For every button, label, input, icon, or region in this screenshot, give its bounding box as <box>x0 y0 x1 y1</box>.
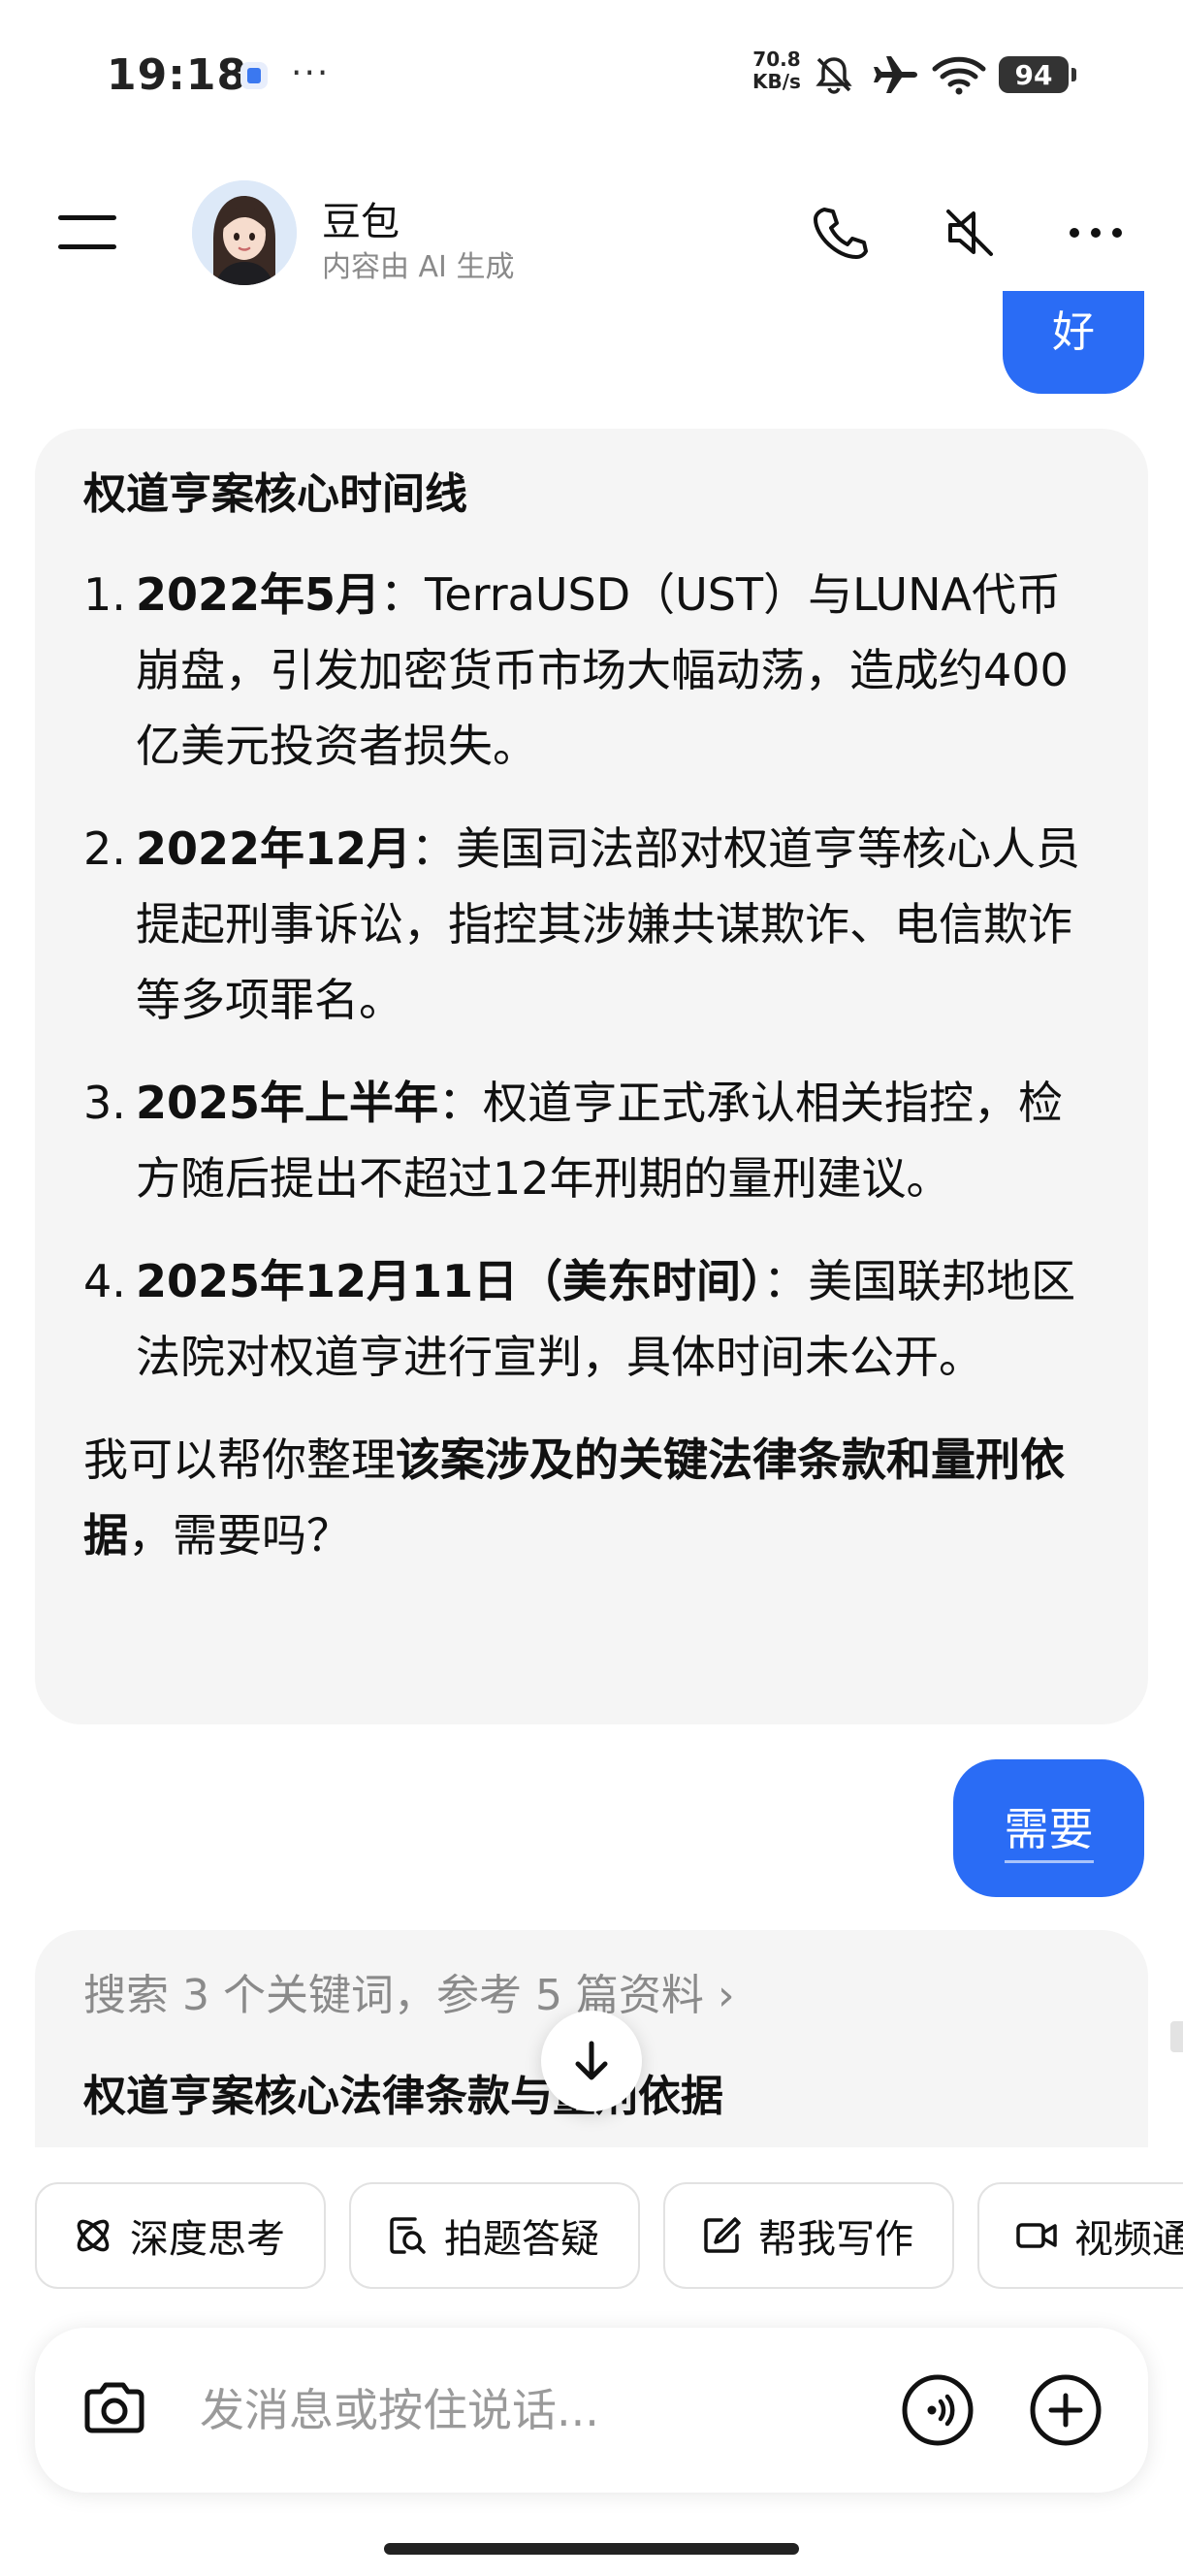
photo-search-icon <box>390 2217 426 2254</box>
network-speed-unit: KB/s <box>752 70 801 93</box>
atom-icon <box>77 2219 110 2252</box>
chevron-right-icon: › <box>717 1971 735 2020</box>
home-indicator[interactable] <box>384 2543 799 2555</box>
message-input-bar <box>35 2328 1148 2493</box>
phone-icon[interactable] <box>811 204 869 262</box>
chip-video-call[interactable]: 视频通话 <box>977 2182 1183 2289</box>
app-notification-icon <box>240 62 268 89</box>
user-message-text: 好 <box>1052 307 1095 357</box>
quick-action-chips: 深度思考 拍题答疑 帮我写作 视频通话 <box>0 2182 1183 2293</box>
timeline-item: 2. 2022年12月：美国司法部对权道亨等核心人员提起刑事诉讼，指控其涉嫌共谋欺… <box>83 811 1100 1038</box>
chip-label: 视频通话 <box>1074 2217 1183 2262</box>
timeline-list: 1. 2022年5月：TerraUSD（UST）与LUNA代币崩盘，引发加密货币市… <box>83 557 1100 1395</box>
user-message-text: 需要 <box>1004 1794 1094 1863</box>
user-message-bubble[interactable]: 需要 <box>953 1759 1144 1897</box>
item-number: 4. <box>83 1255 126 1307</box>
wifi-icon <box>932 56 986 95</box>
edit-icon <box>704 2217 741 2253</box>
chip-label: 深度思考 <box>130 2217 285 2262</box>
chat-header: 豆包 内容由 AI 生成 <box>0 165 1183 301</box>
scroll-to-bottom-button[interactable] <box>541 2011 642 2111</box>
timeline-title: 权道亨案核心时间线 <box>83 469 467 519</box>
voice-wave-icon[interactable] <box>900 2372 975 2448</box>
status-bar: 19:18 ··· 70.8 KB/s 94 <box>0 0 1183 145</box>
item-date: 2025年上半年 <box>136 1077 439 1129</box>
search-summary: 搜索 3 个关键词，参考 5 篇资料 <box>83 1971 704 2020</box>
video-icon <box>1016 2223 1057 2248</box>
chip-photo-question[interactable]: 拍题答疑 <box>349 2182 640 2289</box>
timeline-item: 3. 2025年上半年：权道亨正式承认相关指控，检方随后提出不超过12年刑期的量刑… <box>83 1065 1100 1216</box>
network-speed-value: 70.8 <box>752 48 801 71</box>
item-date: 2022年12月 <box>136 822 412 875</box>
plus-icon[interactable] <box>1028 2372 1103 2448</box>
airplane-icon <box>874 56 917 93</box>
user-message-partial: 好 <box>1003 291 1144 394</box>
message-input[interactable] <box>200 2376 898 2444</box>
status-more-dots: ··· <box>291 53 331 93</box>
item-separator: ： <box>411 822 457 875</box>
item-separator: ： <box>438 1077 484 1129</box>
item-separator: ： <box>763 1255 809 1307</box>
timeline-item: 4. 2025年12月11日（美东时间）：美国联邦地区法院对权道亨进行宣判，具体时… <box>83 1243 1100 1395</box>
battery-icon: 94 <box>999 56 1076 93</box>
avatar[interactable] <box>192 180 297 285</box>
follow-up-pre: 我可以帮你整理 <box>83 1433 396 1486</box>
item-number: 3. <box>83 1077 126 1129</box>
item-date: 2022年5月 <box>136 568 381 621</box>
chip-writing[interactable]: 帮我写作 <box>663 2182 954 2289</box>
chip-label: 帮我写作 <box>758 2217 913 2262</box>
bot-name: 豆包 <box>322 200 400 244</box>
follow-up-question: 我可以帮你整理该案涉及的关键法律条款和量刑依据，需要吗？ <box>83 1422 1100 1573</box>
ai-generated-note: 内容由 AI 生成 <box>322 250 515 284</box>
mute-speaker-icon[interactable] <box>941 204 999 262</box>
network-speed: 70.8 KB/s <box>752 48 801 93</box>
follow-up-post: ，需要吗？ <box>128 1509 351 1562</box>
avatar-illustration <box>192 180 297 285</box>
chip-deep-thinking[interactable]: 深度思考 <box>35 2182 326 2289</box>
camera-icon[interactable] <box>78 2373 151 2447</box>
arrow-down-icon <box>575 2041 608 2080</box>
bot-message-card: 权道亨案核心时间线 1. 2022年5月：TerraUSD（UST）与LUNA代币… <box>35 429 1148 1724</box>
scroll-edge-indicator <box>1170 2021 1183 2052</box>
chip-label: 拍题答疑 <box>444 2217 599 2262</box>
status-time: 19:18 <box>107 50 248 100</box>
timeline-item: 1. 2022年5月：TerraUSD（UST）与LUNA代币崩盘，引发加密货币市… <box>83 557 1100 784</box>
mute-bell-icon <box>815 57 852 94</box>
item-number: 1. <box>83 568 126 621</box>
item-number: 2. <box>83 822 126 875</box>
more-icon[interactable] <box>1067 204 1125 262</box>
item-date: 2025年12月11日（美东时间） <box>136 1255 764 1307</box>
menu-icon[interactable] <box>58 213 116 252</box>
item-separator: ： <box>380 568 426 621</box>
